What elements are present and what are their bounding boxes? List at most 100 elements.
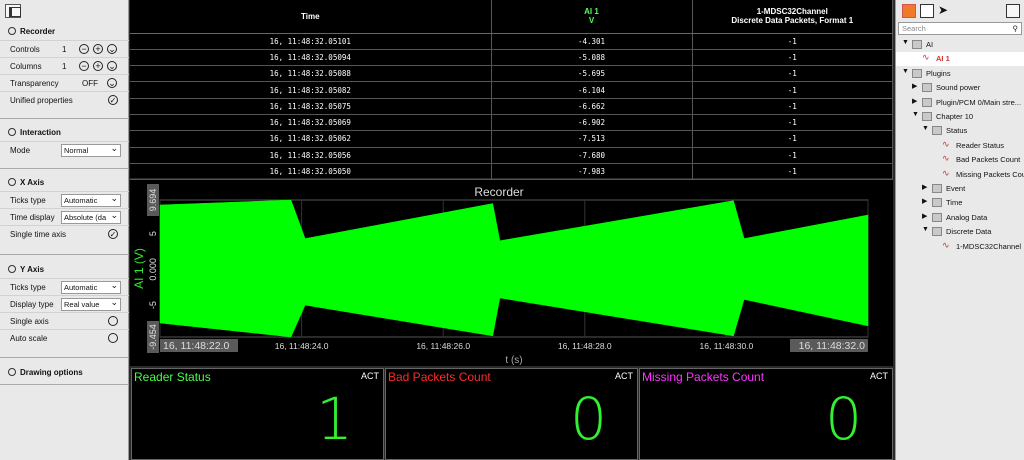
mode-select[interactable]: Normal <box>61 144 121 157</box>
recorder-section-header[interactable]: Recorder <box>0 24 129 40</box>
columns-value: 1 <box>62 62 67 71</box>
table-row[interactable]: 16, 11:48:32.05075 -6.662 -1 <box>130 98 893 115</box>
single-time-axis-checkbox[interactable]: ✓ <box>108 229 118 239</box>
folder-icon <box>912 40 922 49</box>
table-row[interactable]: 16, 11:48:32.05094 -5.088 -1 <box>130 49 893 67</box>
divider <box>0 384 129 385</box>
expand-right-icon[interactable]: ▶ <box>922 183 927 191</box>
x-tick-label: 16, 11:48:30.0 <box>700 341 754 351</box>
tree-item-bad-packets-count[interactable]: ∿ Bad Packets Count <box>896 153 1024 167</box>
plus-icon[interactable]: + <box>93 44 103 54</box>
chevron-down-icon[interactable]: ⌄ <box>107 61 117 71</box>
folder-icon <box>922 97 932 107</box>
chevron-up-icon <box>8 265 16 273</box>
status-panel-missing-packets-count[interactable]: Missing Packets Count ACT 0 <box>639 368 893 460</box>
expand-right-icon[interactable]: ▶ <box>912 97 917 105</box>
recorder-section: Recorder Controls 1 − + ⌄ Columns 1 − + … <box>0 24 129 108</box>
tree-item-time[interactable]: ▶ Time <box>896 196 1024 210</box>
time-cell: 16, 11:48:32.05062 <box>130 130 492 148</box>
folder-icon <box>932 198 942 208</box>
chart-title: Recorder <box>474 185 523 199</box>
time-cell: 16, 11:48:32.05088 <box>130 65 492 83</box>
interaction-section-header[interactable]: Interaction <box>0 125 129 141</box>
status-panel-bad-packets-count[interactable]: Bad Packets Count ACT 0 <box>385 368 638 460</box>
tree-item-1-mdsc32channel[interactable]: ∿ 1-MDSC32Channel <box>896 240 1024 254</box>
expand-right-icon[interactable]: ▶ <box>912 82 917 90</box>
time-display-row: Time display Absolute (da <box>0 208 129 225</box>
table-row[interactable]: 16, 11:48:32.05088 -5.695 -1 <box>130 65 893 83</box>
tree-item-missing-packets-count[interactable]: ∿ Missing Packets Count <box>896 168 1024 182</box>
tree-item-label: Sound power <box>936 83 981 93</box>
folder-view-icon[interactable] <box>902 4 916 18</box>
minus-icon[interactable]: − <box>79 44 89 54</box>
y-tick-label: 9.694 <box>148 189 158 212</box>
status-value: 1 <box>316 385 353 453</box>
y-axis-section-header[interactable]: Y Axis <box>0 262 129 278</box>
channel-cell: -1 <box>692 130 893 148</box>
collapse-panel-icon[interactable] <box>1006 4 1020 18</box>
search-input[interactable]: Search ⚲ <box>898 22 1022 35</box>
columns-row: Columns 1 − + ⌄ <box>0 57 129 74</box>
ai1-column-header[interactable]: AI 1V <box>491 0 693 34</box>
tree-item-discrete-data[interactable]: ▼ Discrete Data <box>896 225 1024 239</box>
expand-right-icon[interactable]: ▶ <box>922 212 927 220</box>
expand-down-icon[interactable]: ▼ <box>922 125 929 132</box>
y-ticks-select[interactable]: Automatic <box>61 281 121 294</box>
expand-down-icon[interactable]: ▼ <box>902 68 909 75</box>
tree-item-analog-data[interactable]: ▶ Analog Data <box>896 211 1024 225</box>
transparency-dropdown-icon[interactable]: ⌄ <box>107 78 117 88</box>
single-axis-checkbox[interactable] <box>108 316 118 326</box>
table-row[interactable]: 16, 11:48:32.05050 -7.983 -1 <box>130 163 893 181</box>
table-row[interactable]: 16, 11:48:32.05082 -6.104 -1 <box>130 81 893 99</box>
expand-right-icon[interactable]: ▶ <box>922 197 927 205</box>
tree-item-sound-power[interactable]: ▶ Sound power <box>896 81 1024 95</box>
time-column-header[interactable]: Time <box>130 0 492 34</box>
time-display-select[interactable]: Absolute (da <box>61 211 121 224</box>
tree-item-plugins[interactable]: ▼ Plugins <box>896 67 1024 81</box>
chevron-up-icon <box>8 128 16 136</box>
display-type-select[interactable]: Real value <box>61 298 121 311</box>
divider <box>0 254 129 255</box>
expand-down-icon[interactable]: ▼ <box>902 39 909 46</box>
search-icon: ⚲ <box>1012 24 1019 33</box>
x-axis-section-header[interactable]: X Axis <box>0 175 129 191</box>
x-ticks-select[interactable]: Automatic <box>61 194 121 207</box>
expand-down-icon[interactable]: ▼ <box>912 111 919 118</box>
plus-icon[interactable]: + <box>93 61 103 71</box>
table-row[interactable]: 16, 11:48:32.05101 -4.301 -1 <box>130 33 893 50</box>
auto-scale-checkbox[interactable] <box>108 333 118 343</box>
folder-icon <box>932 126 942 136</box>
tree-item-ai[interactable]: ▼ AI <box>896 38 1024 52</box>
ai1-cell: -6.902 <box>491 114 693 132</box>
status-value: 0 <box>825 385 862 453</box>
table-row[interactable]: 16, 11:48:32.05062 -7.513 -1 <box>130 130 893 148</box>
clipboard-icon[interactable] <box>920 4 934 18</box>
tree-item-event[interactable]: ▶ Event <box>896 182 1024 196</box>
channel-column-header[interactable]: 1-MDSC32Channel Discrete Data Packets, Fo… <box>692 0 893 34</box>
drawing-options-header[interactable]: Drawing options <box>0 365 129 381</box>
minus-icon[interactable]: − <box>79 61 89 71</box>
ai1-cell: -5.695 <box>491 65 693 83</box>
recorder-chart[interactable]: Recorder 9.694 5 0.000 -5 -9.454 AI 1 (V) 16, 1… <box>130 180 893 366</box>
transparency-label: Transparency <box>10 79 59 88</box>
chevron-down-icon[interactable]: ⌄ <box>107 44 117 54</box>
cursor-icon[interactable]: ➤ <box>938 4 952 18</box>
status-title: Missing Packets Count <box>642 370 765 384</box>
tree-item-ai-1[interactable]: ∿ AI 1 <box>896 52 1024 67</box>
transparency-value: OFF <box>82 79 98 88</box>
tree-item-status[interactable]: ▼ Status <box>896 124 1024 138</box>
unified-properties-row: Unified properties ✓ <box>0 91 129 108</box>
unified-properties-checkbox[interactable]: ✓ <box>108 95 118 105</box>
channel-cell: -1 <box>692 114 893 132</box>
auto-scale-row: Auto scale <box>0 329 129 346</box>
status-panel-reader-status[interactable]: Reader Status ACT 1 <box>131 368 384 460</box>
expand-down-icon[interactable]: ▼ <box>922 226 929 233</box>
collapse-panel-button[interactable] <box>5 4 21 18</box>
table-row[interactable]: 16, 11:48:32.05069 -6.902 -1 <box>130 114 893 132</box>
tree-item-chapter-10[interactable]: ▼ Chapter 10 <box>896 110 1024 124</box>
single-axis-row: Single axis <box>0 312 129 329</box>
tree-item-plugin-pcm-0-main-stre[interactable]: ▶ Plugin/PCM 0/Main stre... <box>896 96 1024 110</box>
tree-item-reader-status[interactable]: ∿ Reader Status <box>896 139 1024 153</box>
tree-item-label: AI 1 <box>936 54 950 64</box>
table-row[interactable]: 16, 11:48:32.05056 -7.680 -1 <box>130 147 893 164</box>
